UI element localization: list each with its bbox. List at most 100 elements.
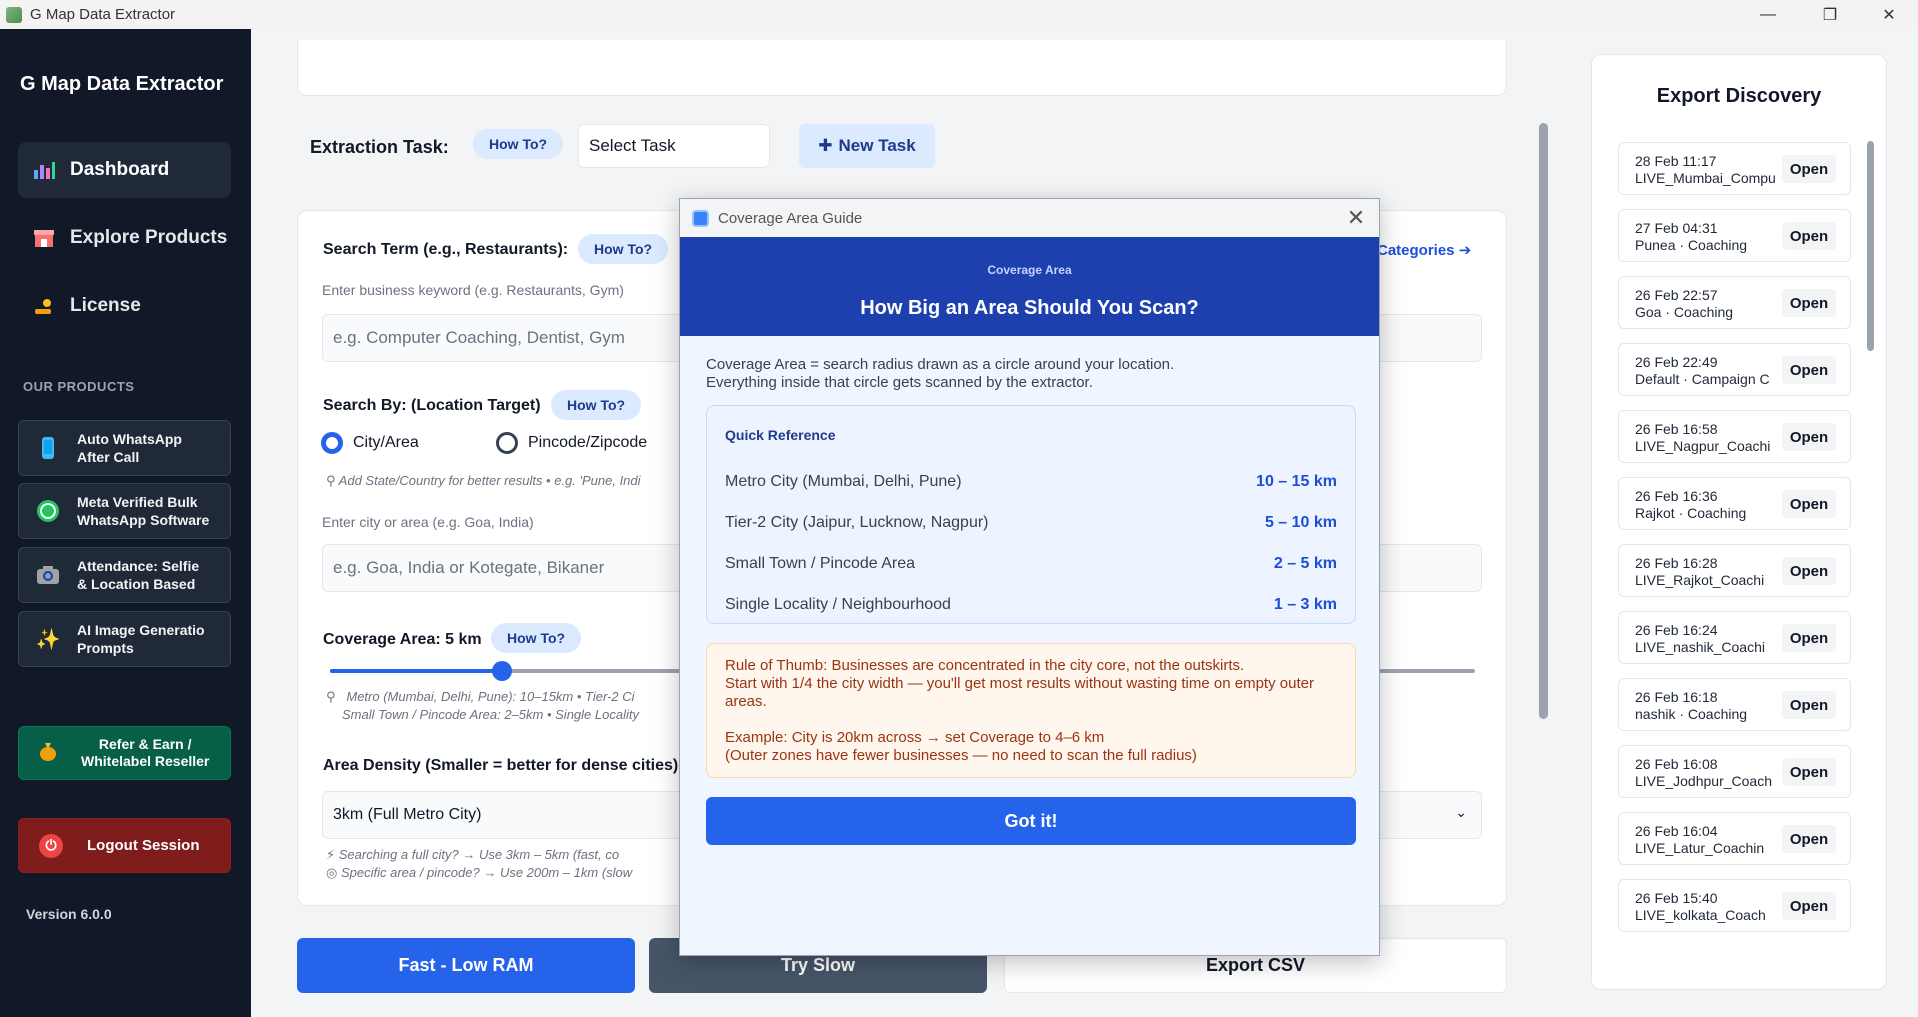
open-button[interactable]: Open	[1782, 289, 1836, 317]
target-icon: ◎	[326, 865, 338, 880]
export-item: 26 Feb 16:36 Rajkot · Coaching Open	[1618, 477, 1851, 530]
radio-pincode-label: Pincode/Zipcode	[528, 434, 648, 451]
coverage-slider-thumb[interactable]	[491, 661, 512, 681]
product-label: Prompts	[77, 640, 134, 656]
version-label: Version 6.0.0	[26, 906, 112, 922]
row-label: Tier-2 City (Jaipur, Lucknow, Nagpur)	[725, 514, 989, 531]
how-to-coverage-button[interactable]: How To?	[491, 623, 582, 653]
radio-city[interactable]	[321, 432, 343, 454]
search-by-label: Search By: (Location Target)	[323, 397, 541, 414]
sidebar-item-explore-products[interactable]: Explore Products	[18, 210, 231, 266]
how-to-task-button[interactable]: How To?	[473, 129, 564, 159]
export-date: 26 Feb 16:24	[1635, 622, 1718, 638]
how-to-search-term-button[interactable]: How To?	[578, 234, 669, 264]
export-item: 26 Feb 15:40 LIVE_kolkata_Coach Open	[1618, 879, 1851, 932]
export-name: LIVE_Nagpur_Coachi	[1635, 438, 1771, 454]
state-hint: ⚲ Add State/Country for better results •…	[326, 472, 641, 490]
export-date: 28 Feb 11:17	[1635, 153, 1717, 169]
product-meta-verified-bulk[interactable]: Meta Verified Bulk WhatsApp Software	[18, 483, 231, 539]
open-button[interactable]: Open	[1782, 356, 1836, 384]
export-list-scrollbar[interactable]	[1867, 141, 1874, 351]
export-name: LIVE_Rajkot_Coachi	[1635, 572, 1765, 588]
product-ai-image-prompts[interactable]: ✨ AI Image Generatio Prompts	[18, 611, 231, 667]
select-task-dropdown[interactable]: Select Task	[578, 124, 770, 168]
export-date: 26 Feb 16:08	[1635, 756, 1718, 772]
maximize-button[interactable]: ❐	[1805, 0, 1855, 29]
export-item: 26 Feb 22:57 Goa · Coaching Open	[1618, 276, 1851, 329]
export-name: Default · Campaign C	[1635, 371, 1770, 387]
open-button[interactable]: Open	[1782, 155, 1836, 183]
product-label: & Location Based	[77, 576, 196, 592]
chart-icon	[32, 158, 56, 182]
power-icon: ⏻	[39, 833, 63, 858]
fast-low-ram-button[interactable]: Fast - Low RAM	[297, 938, 635, 993]
open-button[interactable]: Open	[1782, 624, 1836, 652]
categories-link[interactable]: Categories ➔	[1377, 241, 1471, 259]
store-icon	[32, 226, 56, 250]
how-to-search-by-button[interactable]: How To?	[551, 390, 642, 420]
brand-title: G Map Data Extractor	[20, 73, 224, 95]
dialog-header: Coverage Area How Big an Area Should You…	[680, 237, 1379, 336]
export-name: Punea · Coaching	[1635, 237, 1748, 253]
product-attendance-selfie[interactable]: Attendance: Selfie & Location Based	[18, 547, 231, 603]
got-it-button[interactable]: Got it!	[706, 797, 1356, 845]
open-button[interactable]: Open	[1782, 892, 1836, 920]
export-date: 26 Feb 16:36	[1635, 488, 1718, 504]
logout-label: Logout Session	[87, 837, 200, 854]
export-item: 26 Feb 16:04 LIVE_Latur_Coachin Open	[1618, 812, 1851, 865]
rule-of-thumb-box: Rule of Thumb: Businesses are concentrat…	[706, 643, 1356, 778]
export-name: LIVE_Jodhpur_Coach	[1635, 773, 1772, 789]
open-button[interactable]: Open	[1782, 423, 1836, 451]
export-name: nashik · Coaching	[1635, 706, 1748, 722]
coverage-hint-line: Metro (Mumbai, Delhi, Pune): 10–15km • T…	[346, 689, 635, 704]
dialog-app-icon	[692, 209, 709, 227]
main-scrollbar[interactable]	[1539, 123, 1548, 719]
open-button[interactable]: Open	[1782, 490, 1836, 518]
window-close-button[interactable]: ✕	[1864, 0, 1914, 29]
quick-reference-box: Quick Reference Metro City (Mumbai, Delh…	[706, 405, 1356, 624]
export-date: 26 Feb 15:40	[1635, 890, 1718, 906]
money-bag-icon	[35, 741, 61, 766]
open-button[interactable]: Open	[1782, 557, 1836, 585]
open-button[interactable]: Open	[1782, 758, 1836, 786]
row-label: Metro City (Mumbai, Delhi, Pune)	[725, 473, 962, 490]
export-date: 26 Feb 22:57	[1635, 287, 1718, 303]
rule-text: Example: City is 20km across → set Cover…	[725, 729, 1105, 746]
dialog-close-icon[interactable]: ✕	[1343, 205, 1369, 231]
export-item: 26 Feb 22:49 Default · Campaign C Open	[1618, 343, 1851, 396]
sidebar-item-dashboard[interactable]: Dashboard	[18, 142, 231, 198]
open-button[interactable]: Open	[1782, 825, 1836, 853]
minimize-button[interactable]: —	[1743, 0, 1793, 29]
sidebar-item-license[interactable]: License	[18, 278, 231, 334]
arrow-right-icon: ➔	[1458, 242, 1472, 259]
row-label: Small Town / Pincode Area	[725, 555, 916, 572]
product-auto-whatsapp[interactable]: Auto WhatsApp After Call	[18, 420, 231, 476]
sidebar-item-label: License	[70, 295, 141, 316]
plus-icon: ✚	[818, 136, 833, 155]
search-term-hint: Enter business keyword (e.g. Restaurants…	[322, 282, 624, 298]
density-label: Area Density (Smaller = better for dense…	[323, 757, 684, 774]
export-date: 26 Feb 16:28	[1635, 555, 1718, 571]
new-task-button[interactable]: ✚ New Task	[799, 124, 935, 168]
coverage-label: Coverage Area: 5 km	[323, 631, 482, 648]
export-date: 27 Feb 04:31	[1635, 220, 1718, 236]
open-button[interactable]: Open	[1782, 222, 1836, 250]
city-hint: Enter city or area (e.g. Goa, India)	[322, 514, 534, 530]
density-hint-line: Searching a full city? → Use 3km – 5km (…	[338, 847, 620, 862]
logout-button[interactable]: ⏻ Logout Session	[18, 818, 231, 873]
radio-pincode[interactable]	[496, 432, 518, 454]
top-card	[297, 40, 1507, 96]
sidebar-item-label: Explore Products	[70, 227, 228, 248]
refer-label: Whitelabel Reseller	[81, 753, 210, 769]
quick-reference-row: Metro City (Mumbai, Delhi, Pune) 10 – 15 …	[725, 461, 1337, 502]
export-item: 26 Feb 16:18 nashik · Coaching Open	[1618, 678, 1851, 731]
phone-icon	[35, 435, 61, 461]
app-icon	[6, 6, 22, 23]
density-hint-line: Specific area / pincode? → Use 200m – 1k…	[340, 865, 633, 880]
coverage-hint-line: Small Town / Pincode Area: 2–5km • Singl…	[342, 707, 639, 722]
export-date: 26 Feb 16:18	[1635, 689, 1718, 705]
dialog-kicker: Coverage Area	[987, 263, 1072, 277]
refer-earn-button[interactable]: Refer & Earn / Whitelabel Reseller	[18, 726, 231, 780]
open-button[interactable]: Open	[1782, 691, 1836, 719]
export-name: Rajkot · Coaching	[1635, 505, 1747, 521]
